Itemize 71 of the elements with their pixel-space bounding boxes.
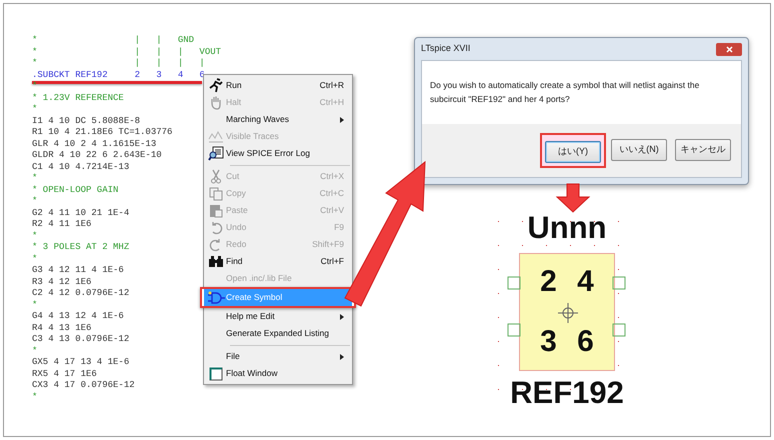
menu-item[interactable]: Generate Expanded Listing <box>204 325 352 342</box>
submenu-arrow-icon <box>340 354 344 360</box>
traces-icon <box>208 130 224 144</box>
menu-item[interactable]: Float Window <box>204 365 352 382</box>
submenu-arrow-icon <box>340 116 344 122</box>
netlist-line: GLDR 4 10 22 6 2.643E-10 <box>32 150 162 162</box>
pin-number: 2 <box>540 266 557 298</box>
close-button[interactable] <box>716 42 742 56</box>
comment-line: * | | | VOUT <box>32 46 222 58</box>
log-search-icon <box>208 146 224 161</box>
pin-number: 4 <box>577 266 594 298</box>
dialog-button[interactable]: いいえ(N) <box>611 138 667 161</box>
menu-item[interactable]: File <box>204 348 352 365</box>
clipboard-icon <box>209 203 223 218</box>
comment-line: * <box>32 196 38 208</box>
dialog-message: Do you wish to automatically create a symbol that will netlist against the subcircuit "REF192" and her 4 ports? <box>430 79 700 106</box>
netlist-line: R1 10 4 21.18E6 TC=1.03776 <box>32 127 172 138</box>
comment-line: * OPEN-LOOP GAIN <box>32 184 118 196</box>
submenu-arrow-icon <box>340 314 344 320</box>
netlist-line: R4 4 13 1E6 <box>32 322 92 334</box>
comment-line: * <box>32 346 38 357</box>
hand-icon <box>209 95 223 110</box>
scissors-icon <box>210 169 222 184</box>
netlist-line: R3 4 12 1E6 <box>32 276 92 288</box>
comment-line: * 1.23V REFERENCE <box>32 92 124 104</box>
menu-item[interactable]: Marching Waves <box>204 111 352 128</box>
window-icon <box>209 366 223 380</box>
symbol-name: REF192 <box>510 374 624 411</box>
dialog-button[interactable]: キャンセル <box>675 138 731 161</box>
close-icon <box>726 46 732 52</box>
netlist-line: GX5 4 17 13 4 1E-6 <box>32 357 130 368</box>
netlist-line: C1 4 10 4.7214E-13 <box>32 162 130 173</box>
window-title: LTspice XVII <box>421 42 470 56</box>
menu-item[interactable]: View SPICE Error Log <box>204 145 352 162</box>
pin-number: 3 <box>540 326 557 358</box>
comment-line: * <box>32 254 38 265</box>
callout-arrow <box>556 184 590 213</box>
netlist-line: G3 4 12 11 4 1E-6 <box>32 265 124 276</box>
copy-icon <box>209 186 223 200</box>
comment-line: * <box>32 81 38 92</box>
netlist-line: G4 4 13 12 4 1E-6 <box>32 311 124 322</box>
pin-square-icon <box>507 322 521 337</box>
netlist-line: CX3 4 17 0.0796E-12 <box>32 380 135 392</box>
menu-item[interactable]: Run Ctrl+R <box>204 77 352 94</box>
comment-line: * <box>32 104 38 116</box>
menu-item[interactable]: Find Ctrl+F <box>204 253 352 270</box>
netlist-line: C2 4 12 0.0796E-12 <box>32 288 130 300</box>
netlist-line: G2 4 11 10 21 1E-4 <box>32 208 130 219</box>
comment-line: * | | | | <box>32 58 205 70</box>
binoculars-icon <box>208 255 224 268</box>
netlist-line: C3 4 13 0.0796E-12 <box>32 334 130 346</box>
menu-item[interactable]: Help me Edit <box>204 308 352 325</box>
netlist-line: RX5 4 17 1E6 <box>32 368 97 380</box>
comment-line: * 3 POLES AT 2 MHZ <box>32 242 130 254</box>
comment-line: * <box>32 392 38 403</box>
pin-number: 6 <box>577 326 594 358</box>
netlist-line: I1 4 10 DC 5.8088E-8 <box>32 116 140 127</box>
comment-line: * | | GND <box>32 35 194 46</box>
comment-line: * <box>32 300 38 311</box>
crosshair-icon <box>558 302 578 323</box>
pin-square-icon <box>612 276 626 290</box>
pin-square-icon <box>507 276 521 290</box>
gate-symbol-icon <box>207 290 225 304</box>
dialog-button[interactable]: はい(Y) <box>545 140 601 163</box>
netlist-line: R2 4 11 1E6 <box>32 219 92 230</box>
comment-line: * <box>32 173 38 184</box>
instance-label: Unnn <box>527 210 607 245</box>
comment-line: * <box>32 230 38 242</box>
netlist-line: GLR 4 10 2 4 1.1615E-13 <box>32 138 156 150</box>
running-figure-icon <box>208 78 224 93</box>
pin-square-icon <box>612 322 626 337</box>
